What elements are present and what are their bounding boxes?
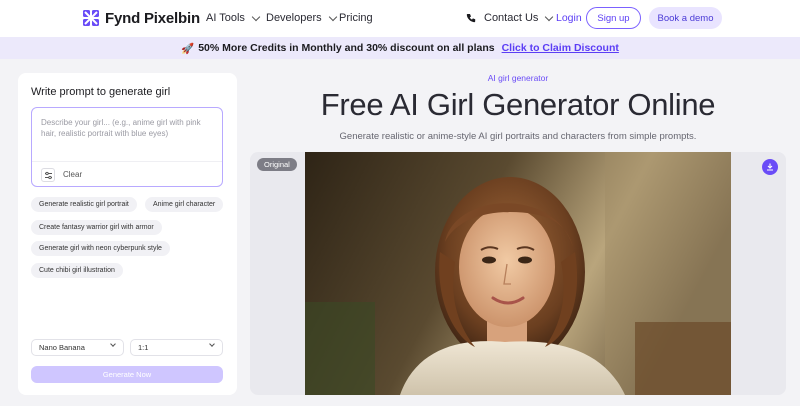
signup-button[interactable]: Sign up: [586, 7, 641, 29]
chevron-down-icon: [545, 12, 554, 21]
nav-developers[interactable]: Developers: [266, 12, 337, 24]
logo-icon: [83, 10, 99, 26]
model-select[interactable]: Nano Banana: [31, 339, 124, 356]
aspect-ratio-select[interactable]: 1:1: [130, 339, 223, 356]
suggestion-chip[interactable]: Anime girl character: [145, 197, 224, 212]
prompt-textarea[interactable]: Describe your girl... (e.g., anime girl …: [31, 107, 223, 187]
settings-sliders-icon[interactable]: [41, 168, 55, 182]
login-link[interactable]: Login: [556, 12, 582, 24]
model-select-value: Nano Banana: [39, 343, 85, 352]
panel-title: Write prompt to generate girl: [31, 86, 171, 98]
page-subtitle: Generate realistic or anime-style AI gir…: [339, 131, 697, 142]
image-preview: Original: [250, 152, 786, 395]
top-header: Fynd Pixelbin AI Tools Developers Pricin…: [0, 0, 800, 37]
suggestion-chip[interactable]: Create fantasy warrior girl with armor: [31, 220, 162, 235]
suggestion-chip[interactable]: Cute chibi girl illustration: [31, 263, 123, 278]
contact-us-menu[interactable]: Contact Us: [466, 12, 554, 24]
eyebrow-label: AI girl generator: [487, 73, 549, 83]
suggestion-chip[interactable]: Generate realistic girl portrait: [31, 197, 137, 212]
brand-logo[interactable]: Fynd Pixelbin: [82, 9, 200, 27]
portrait-image: [305, 152, 731, 395]
logo-text: Fynd Pixelbin: [105, 9, 200, 27]
prompt-panel: Write prompt to generate girl Describe y…: [18, 73, 237, 395]
promo-banner: 🚀 50% More Credits in Monthly and 30% di…: [0, 37, 800, 59]
book-demo-button[interactable]: Book a demo: [649, 7, 722, 29]
claim-discount-link[interactable]: Click to Claim Discount: [502, 42, 619, 54]
nav-pricing-label: Pricing: [339, 12, 373, 24]
chevron-down-icon: [251, 12, 261, 21]
generate-button[interactable]: Generate Now: [31, 366, 223, 383]
nav-pricing[interactable]: Pricing: [339, 12, 373, 24]
suggestion-chip[interactable]: Generate girl with neon cyberpunk style: [31, 241, 170, 256]
rocket-icon: 🚀: [181, 42, 195, 55]
clear-button[interactable]: Clear: [63, 170, 82, 179]
chevron-down-icon: [328, 12, 337, 21]
chevron-down-icon: [110, 341, 116, 347]
divider: [32, 161, 222, 162]
prompt-placeholder: Describe your girl... (e.g., anime girl …: [41, 118, 201, 138]
download-icon[interactable]: [762, 159, 778, 175]
nav-ai-tools-label: AI Tools: [206, 12, 245, 24]
aspect-ratio-value: 1:1: [138, 343, 149, 352]
contact-us-label: Contact Us: [484, 12, 539, 24]
promo-text: 50% More Credits in Monthly and 30% disc…: [198, 42, 495, 54]
nav-ai-tools[interactable]: AI Tools: [206, 12, 261, 24]
chevron-down-icon: [209, 341, 215, 347]
page-title: Free AI Girl Generator Online: [320, 87, 716, 122]
phone-icon: [466, 14, 476, 23]
original-badge: Original: [257, 158, 297, 171]
nav-developers-label: Developers: [266, 12, 322, 24]
